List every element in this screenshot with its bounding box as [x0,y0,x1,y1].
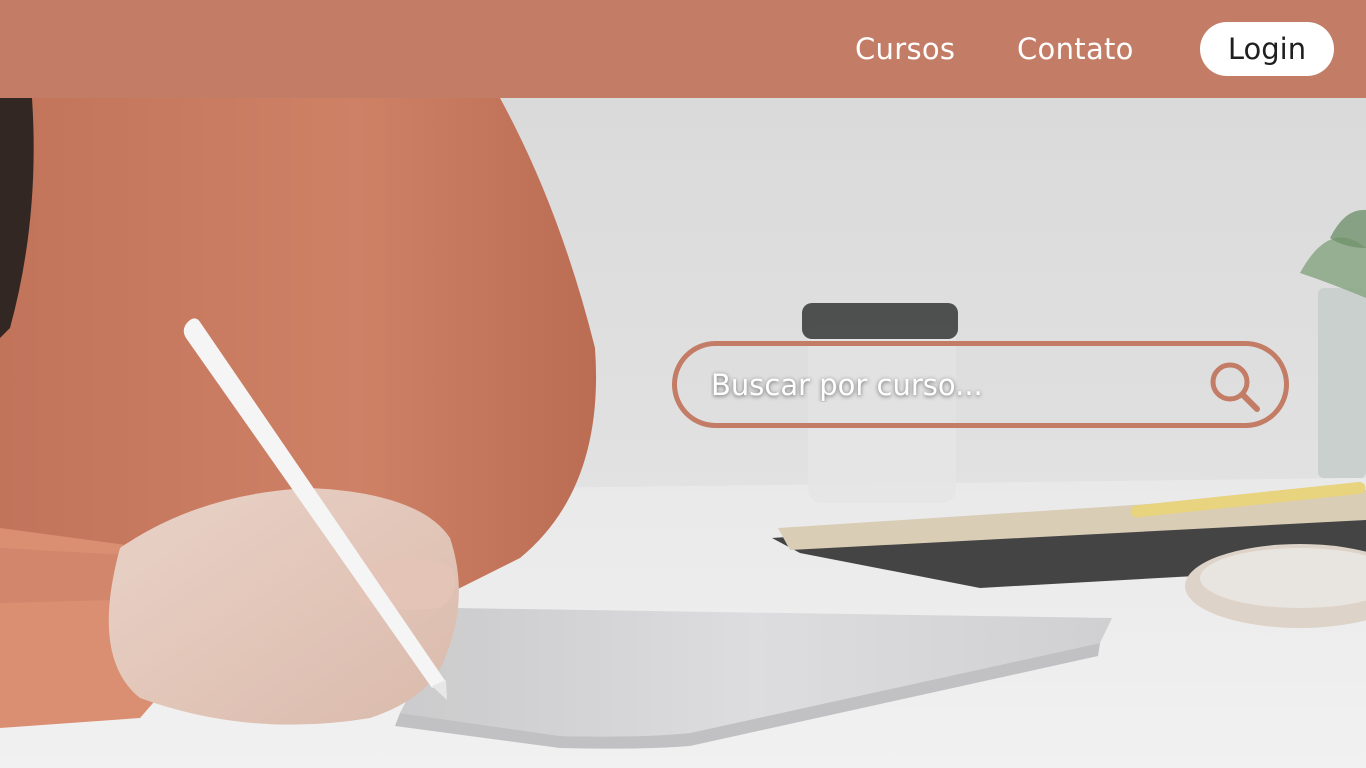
top-navbar: Cursos Contato Login [0,0,1366,98]
page: Cursos Contato Login [0,0,1366,768]
search-input[interactable] [711,360,1181,410]
nav-link-cursos[interactable]: Cursos [855,30,955,68]
login-button[interactable]: Login [1200,22,1334,76]
search-icon[interactable] [1207,360,1263,416]
search-bar [672,341,1289,428]
hero-background-image [0,98,1366,768]
nav-link-contato[interactable]: Contato [1017,30,1134,68]
